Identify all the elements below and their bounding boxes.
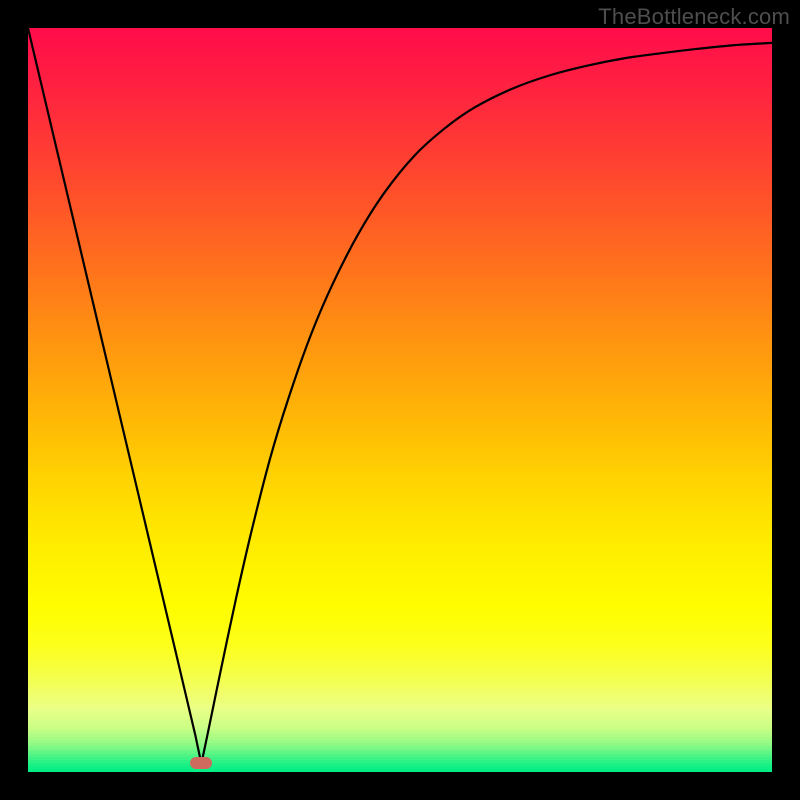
plot-area (28, 28, 772, 772)
watermark-text: TheBottleneck.com (598, 4, 790, 30)
chart-frame: TheBottleneck.com (0, 0, 800, 800)
optimal-point-marker (190, 757, 212, 769)
bottleneck-curve (28, 28, 772, 764)
curve-layer (28, 28, 772, 772)
